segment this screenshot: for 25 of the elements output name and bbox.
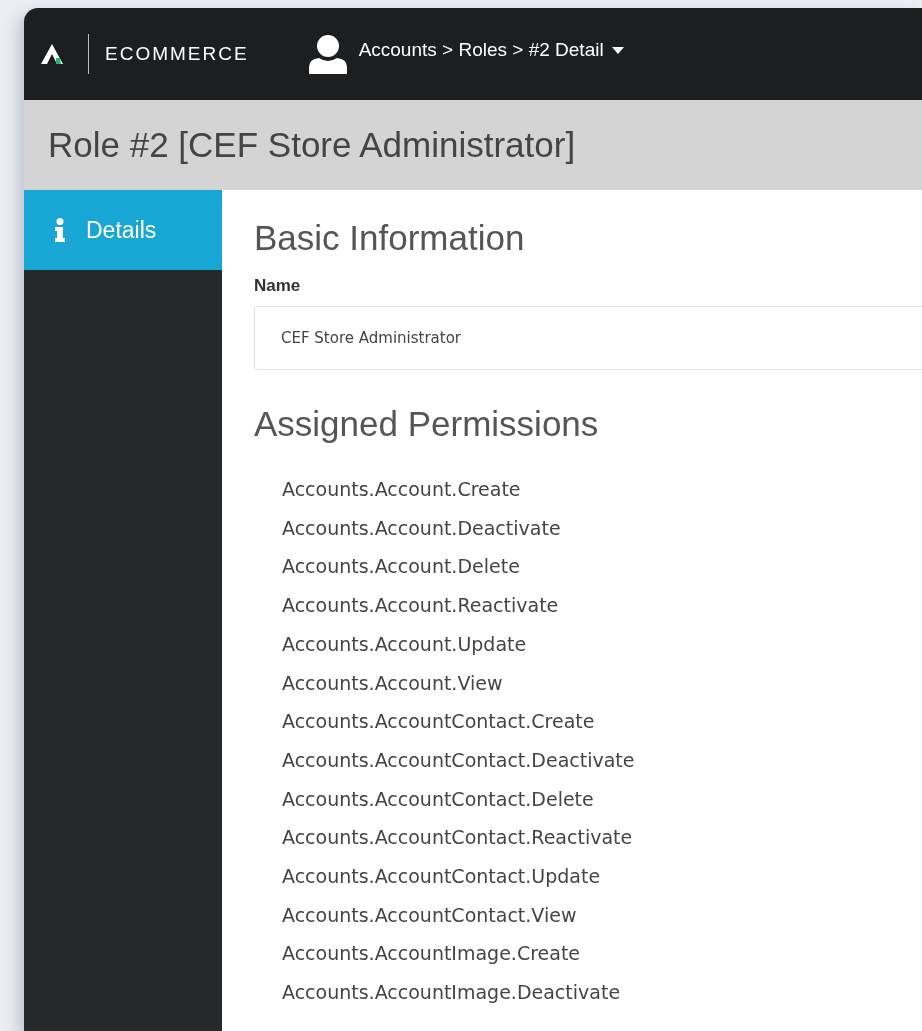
logo-icon (40, 43, 64, 65)
name-input-field[interactable]: CEF Store Administrator (254, 306, 922, 370)
permission-item: Accounts.AccountContact.View (282, 902, 577, 928)
permission-item: Accounts.AccountImage.Create (282, 941, 581, 967)
caret-icon (611, 46, 624, 54)
permission-item: Accounts.Account.View (282, 670, 503, 696)
permission-item: Accounts.AccountContact.Delete (282, 786, 594, 812)
info-icon (54, 218, 66, 242)
page-title: Role #2 [CEF Store Administrator] (48, 125, 576, 165)
permission-item: Accounts.Account.Deactivate (282, 515, 561, 541)
breadcrumb-dropdown[interactable]: Accounts > Roles > #2 Detail (358, 39, 624, 61)
permission-item: Accounts.AccountContact.Create (282, 709, 595, 735)
permission-item: Accounts.AccountContact.Update (282, 864, 601, 890)
user-icon (306, 34, 349, 74)
permission-item: Accounts.Account.Delete (282, 554, 520, 580)
section-heading: Assigned Permissions (254, 403, 600, 445)
permission-item: Accounts.Account.Create (282, 477, 521, 502)
permission-item: Accounts.Account.Reactivate (282, 593, 559, 619)
permission-item: Accounts.Account.Update (282, 631, 527, 657)
permission-item: Accounts.AccountContact.Deactivate (282, 747, 635, 773)
brand-name: ECOMMERCE (105, 43, 249, 65)
permission-item: Accounts.AccountImage.Deactivate (282, 980, 621, 1006)
section-heading: Basic Information (254, 217, 526, 259)
field-label: Name (254, 276, 302, 296)
permission-item: Accounts.AccountContact.Reactivate (282, 825, 633, 851)
